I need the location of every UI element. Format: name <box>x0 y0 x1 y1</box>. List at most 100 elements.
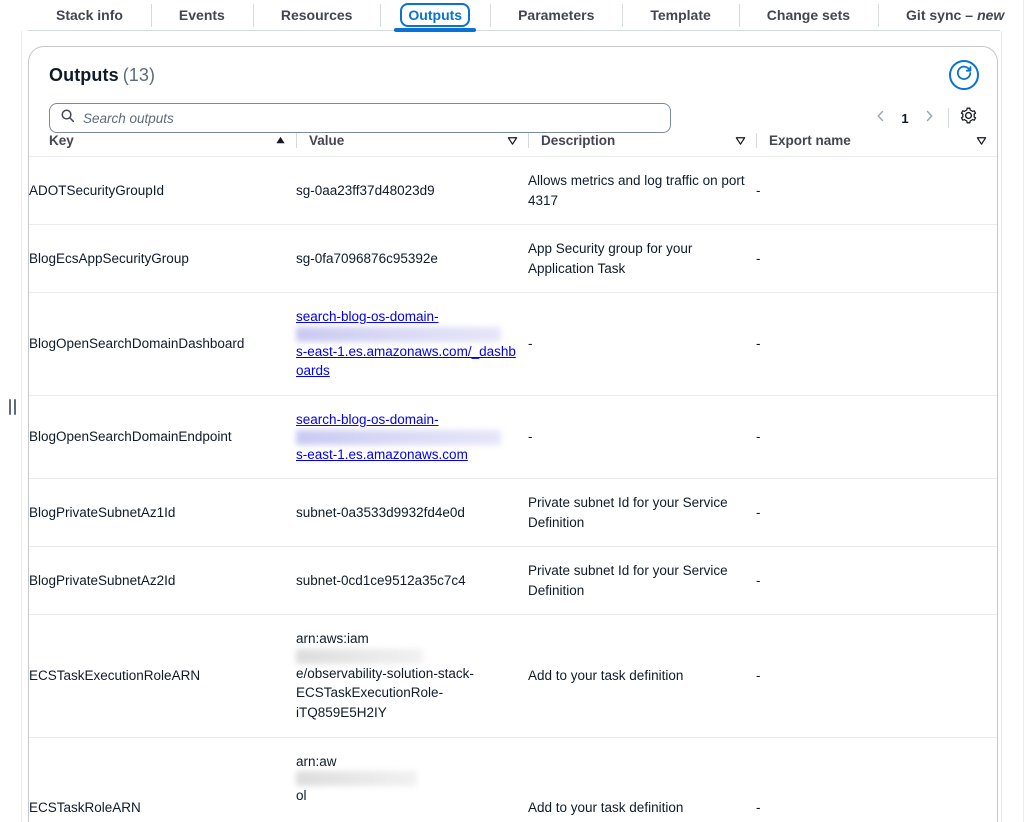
tab-resources[interactable]: Resources <box>253 0 381 31</box>
output-value: sg-0fa7096876c95392e <box>296 225 528 293</box>
output-description: - <box>528 293 756 396</box>
tab-change-sets[interactable]: Change sets <box>739 0 878 31</box>
table-row: BlogEcsAppSecurityGroupsg-0fa7096876c953… <box>29 225 997 293</box>
output-description: Allows metrics and log traffic on port 4… <box>528 157 756 225</box>
output-value: sg-0aa23ff37d48023d9 <box>296 157 528 225</box>
table-row: BlogOpenSearchDomainEndpointsearch-blog-… <box>29 395 997 478</box>
output-export-name: - <box>756 547 997 615</box>
column-header-label: Export name <box>769 133 851 148</box>
output-value-text: e/observability-solution-stack-ECSTaskEx… <box>296 664 518 723</box>
stack-detail-tabs: Stack info Events Resources Outputs Paramete… <box>28 0 1000 31</box>
output-value-link[interactable]: search-blog-os-domain- <box>296 412 439 427</box>
output-value: subnet-0a3533d9932fd4e0d <box>296 479 528 547</box>
tab-outputs[interactable]: Outputs <box>380 0 490 31</box>
refresh-icon <box>955 64 973 87</box>
previous-page-button[interactable] <box>870 106 892 130</box>
output-value-parts: search-blog-os-domain-s-east-1.es.amazon… <box>296 410 518 464</box>
output-export-name: - <box>756 737 997 822</box>
outputs-panel-header: Outputs(13) <box>29 47 997 133</box>
tab-label: Outputs <box>408 7 462 23</box>
tab-inner: Git sync–new <box>898 3 1012 27</box>
output-description: Private subnet Id for your Service Defin… <box>528 479 756 547</box>
page-number-1[interactable]: 1 <box>894 111 916 126</box>
column-header-inner: Export name <box>756 133 997 148</box>
left-panel-divider <box>21 31 22 822</box>
column-header-inner: Description <box>528 133 756 148</box>
tab-inner: Resources <box>273 3 361 27</box>
output-key: BlogPrivateSubnetAz2Id <box>29 547 296 615</box>
redacted-value <box>296 430 501 445</box>
output-description: App Security group for your Application … <box>528 225 756 293</box>
output-key: ADOTSecurityGroupId <box>29 157 296 225</box>
column-header-key[interactable]: Key <box>29 133 296 157</box>
next-page-button[interactable] <box>918 106 940 130</box>
search-input[interactable] <box>83 111 660 126</box>
tab-separator: – <box>965 7 973 23</box>
sort-descending-icon <box>976 135 987 146</box>
tab-inner: Events <box>171 3 233 27</box>
outputs-table: Key Value Description Export name ADOTSecur… <box>29 133 997 822</box>
table-row: ADOTSecurityGroupIdsg-0aa23ff37d48023d9A… <box>29 157 997 225</box>
output-value-link[interactable]: s-east-1.es.amazonaws.com/_dashboards <box>296 344 516 379</box>
table-row: BlogOpenSearchDomainDashboardsearch-blog… <box>29 293 997 396</box>
tab-template[interactable]: Template <box>622 0 738 31</box>
output-value: search-blog-os-domain-s-east-1.es.amazon… <box>296 395 528 478</box>
tab-label: Stack info <box>56 7 123 23</box>
tab-label: Git sync <box>906 7 961 23</box>
column-header-export-name[interactable]: Export name <box>756 133 997 157</box>
preferences-button[interactable] <box>957 107 979 129</box>
tab-stack-info[interactable]: Stack info <box>28 0 151 31</box>
redacted-value <box>296 327 501 342</box>
output-key: BlogOpenSearchDomainEndpoint <box>29 395 296 478</box>
outputs-count: (13) <box>123 65 155 85</box>
tab-label: Parameters <box>518 7 594 23</box>
tab-inner: Parameters <box>510 3 602 27</box>
output-value-parts: arn:awole/observability-solution-stack-E… <box>296 752 518 822</box>
tab-inner: Template <box>642 3 718 27</box>
table-row: BlogPrivateSubnetAz1Idsubnet-0a3533d9932… <box>29 479 997 547</box>
tab-label: Change sets <box>767 7 850 23</box>
pagination: 1 <box>870 105 979 131</box>
tab-parameters[interactable]: Parameters <box>490 0 622 31</box>
tab-git-sync[interactable]: Git sync–new <box>878 0 1024 31</box>
right-divider <box>1001 31 1002 822</box>
search-outputs-field[interactable] <box>49 103 671 133</box>
output-export-name: - <box>756 225 997 293</box>
column-header-label: Description <box>541 133 615 148</box>
output-value-link[interactable]: search-blog-os-domain- <box>296 309 439 324</box>
output-value-text: arn:aws:iam <box>296 629 518 649</box>
tab-inner: Outputs <box>400 3 470 27</box>
page-title: Outputs(13) <box>49 65 155 86</box>
tab-label: Events <box>179 7 225 23</box>
output-key: BlogEcsAppSecurityGroup <box>29 225 296 293</box>
output-value-text: arn:aw <box>296 752 518 772</box>
output-value-text: ol <box>296 786 518 806</box>
table-body: ADOTSecurityGroupIdsg-0aa23ff37d48023d9A… <box>29 157 997 822</box>
table-row: ECSTaskRoleARNarn:awole/observability-so… <box>29 737 997 822</box>
column-header-description[interactable]: Description <box>528 133 756 157</box>
output-value-parts: search-blog-os-domain-s-east-1.es.amazon… <box>296 307 518 381</box>
output-export-name: - <box>756 293 997 396</box>
table-header: Key Value Description Export name <box>29 133 997 157</box>
column-header-label: Value <box>309 133 344 148</box>
output-value-link[interactable]: s-east-1.es.amazonaws.com <box>296 447 468 462</box>
output-key: BlogPrivateSubnetAz1Id <box>29 479 296 547</box>
redacted-value <box>296 649 423 664</box>
tab-events[interactable]: Events <box>151 0 253 31</box>
output-description: Add to your task definition <box>528 615 756 737</box>
column-header-inner: Value <box>296 133 528 148</box>
output-value-parts: arn:aws:iam e/observability-solution-stac… <box>296 629 518 722</box>
column-header-value[interactable]: Value <box>296 133 528 157</box>
panel-title-text: Outputs <box>49 65 119 85</box>
panel-resize-handle[interactable] <box>6 398 18 416</box>
handle-bar <box>9 399 11 415</box>
output-value: arn:awole/observability-solution-stack-E… <box>296 737 528 822</box>
output-description: Add to your task definition <box>528 737 756 822</box>
output-export-name: - <box>756 615 997 737</box>
pagination-divider <box>948 108 949 128</box>
handle-bar <box>14 399 16 415</box>
refresh-button[interactable] <box>949 60 979 90</box>
outputs-page: Stack info Events Resources Outputs Paramete… <box>0 0 1024 822</box>
output-key: ECSTaskRoleARN <box>29 737 296 822</box>
table-row: BlogPrivateSubnetAz2Idsubnet-0cd1ce9512a… <box>29 547 997 615</box>
